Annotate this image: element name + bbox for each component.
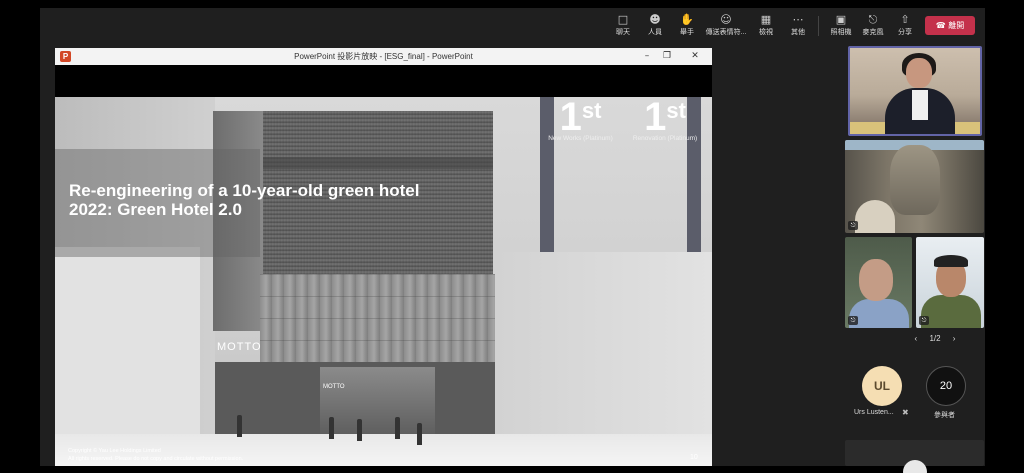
- person-shirt: [912, 90, 928, 120]
- raise-hand-label: 舉手: [680, 29, 694, 36]
- chevron-right-icon[interactable]: ›: [953, 334, 956, 343]
- more-label: 其他: [791, 29, 805, 36]
- slide-title-line1: Re-engineering of a 10-year-old green ho…: [69, 181, 420, 200]
- slide-canvas: Re-engineering of a 10-year-old green ho…: [55, 97, 712, 466]
- rank-badge-renovation: 1st Renovation (Platinum): [620, 97, 710, 142]
- leave-button[interactable]: ☎ 離開: [925, 16, 975, 35]
- reactions-label: 傳送表情符...: [705, 29, 747, 36]
- pedestrian: [395, 417, 400, 439]
- facade-band: [263, 157, 493, 169]
- restore-icon[interactable]: ❐: [659, 48, 675, 65]
- phone-icon: ☎: [935, 21, 946, 30]
- chat-icon: □: [617, 13, 629, 26]
- participant-count-badge[interactable]: 20: [926, 366, 966, 406]
- rank-caption: Renovation (Platinum): [632, 135, 698, 142]
- copyright-notice: Copyright © Yau Lee Holdings Limited All…: [68, 447, 243, 463]
- mic-label: 麥克風: [862, 29, 884, 36]
- minimize-icon[interactable]: –: [639, 48, 655, 65]
- more-button[interactable]: ⋯ 其他: [783, 13, 813, 37]
- video-tile-participant[interactable]: ⎋: [845, 237, 912, 328]
- chat-button[interactable]: □ 聊天: [608, 13, 638, 37]
- pedestrian: [357, 419, 362, 441]
- muted-mic-icon: ✖: [902, 408, 909, 417]
- share-button[interactable]: ⇧ 分享: [890, 13, 920, 37]
- camera-button[interactable]: ▣ 照相機: [826, 13, 856, 37]
- person-silhouette: [855, 200, 895, 233]
- meeting-window: □ 聊天 ☻ 人員 ✋ 舉手 ☺ 傳送表情符... ▦ 檢視 ⋯ 其他 ▣ 照相…: [40, 8, 985, 473]
- microphone-icon: ⎋: [848, 221, 858, 230]
- ppt-titlebar: P PowerPoint 投影片放映 - [ESG_final] - Power…: [55, 48, 712, 65]
- share-label: 分享: [898, 29, 912, 36]
- close-icon[interactable]: ✕: [687, 48, 703, 65]
- rank-suffix: st: [666, 98, 686, 123]
- microphone-icon: ⎋: [868, 13, 878, 26]
- person-cap: [934, 255, 968, 267]
- reactions-button[interactable]: ☺ 傳送表情符...: [704, 13, 748, 37]
- pager-label: 1/2: [929, 334, 941, 343]
- neighbor-building: [495, 252, 712, 434]
- mic-button[interactable]: ⎋ 麥克風: [858, 13, 888, 37]
- motto-logo: MOTTO: [217, 341, 262, 353]
- person-face: [859, 259, 893, 301]
- view-button[interactable]: ▦ 檢視: [751, 13, 781, 37]
- rank-suffix: st: [581, 98, 602, 123]
- share-icon: ⇧: [900, 13, 910, 26]
- pedestrian: [329, 417, 334, 439]
- slide-title-line2: 2022: Green Hotel 2.0: [69, 200, 242, 219]
- person-face: [906, 58, 932, 88]
- shared-powerpoint-window: P PowerPoint 投影片放映 - [ESG_final] - Power…: [55, 48, 712, 466]
- slide-title: Re-engineering of a 10-year-old green ho…: [69, 181, 449, 219]
- video-pager: ‹ 1/2 ›: [895, 334, 975, 343]
- video-tile-presenter[interactable]: [848, 46, 982, 136]
- person-body: [849, 299, 909, 328]
- more-icon: ⋯: [792, 13, 804, 26]
- microphone-icon: ⎋: [919, 316, 929, 325]
- video-tile-participant[interactable]: ⎋: [845, 140, 984, 233]
- rank-number: 1: [559, 97, 582, 139]
- avatar[interactable]: UL: [862, 366, 902, 406]
- emoji-icon: ☺: [720, 13, 732, 26]
- camera-label: 照相機: [830, 29, 852, 36]
- ppt-window-title: PowerPoint 投影片放映 - [ESG_final] - PowerPo…: [294, 52, 473, 61]
- view-label: 檢視: [759, 29, 773, 36]
- camera-icon: ▣: [835, 13, 847, 26]
- chevron-left-icon[interactable]: ‹: [915, 334, 918, 343]
- motto-logo-small: MOTTO: [323, 384, 345, 390]
- avatar: [903, 460, 927, 473]
- people-button[interactable]: ☻ 人員: [640, 13, 670, 37]
- video-tile-participant[interactable]: [845, 440, 984, 473]
- video-tile-participant[interactable]: ⎋: [916, 237, 984, 328]
- stone-face-sculpture: [890, 145, 940, 215]
- people-icon: ☻: [649, 13, 661, 26]
- rank-badge-new-works: 1st New Works (Platinum): [533, 97, 628, 142]
- participant-count-label: 參與者: [934, 412, 955, 419]
- rank-number: 1: [644, 97, 667, 139]
- meeting-toolbar: □ 聊天 ☻ 人員 ✋ 舉手 ☺ 傳送表情符... ▦ 檢視 ⋯ 其他 ▣ 照相…: [40, 8, 985, 44]
- attendee-name: Urs Lusten...: [854, 409, 894, 416]
- leave-label: 離開: [948, 21, 965, 30]
- slide-page-number: 10: [690, 454, 698, 461]
- hand-icon: ✋: [680, 13, 694, 26]
- copyright-line1: Copyright © Yau Lee Holdings Limited: [68, 448, 161, 454]
- copyright-line2: All rights reserved. Please do not copy …: [68, 456, 244, 462]
- rank-caption: New Works (Platinum): [548, 135, 613, 142]
- person-body: [921, 295, 981, 328]
- chat-label: 聊天: [616, 29, 630, 36]
- raise-hand-button[interactable]: ✋ 舉手: [672, 13, 702, 37]
- background-building: [55, 247, 200, 437]
- microphone-icon: ⎋: [848, 316, 858, 325]
- toolbar-divider: [818, 16, 819, 36]
- people-label: 人員: [648, 29, 662, 36]
- facade-lines: [260, 274, 495, 362]
- pedestrian: [237, 415, 242, 437]
- grid-icon: ▦: [760, 13, 772, 26]
- pedestrian: [417, 423, 422, 445]
